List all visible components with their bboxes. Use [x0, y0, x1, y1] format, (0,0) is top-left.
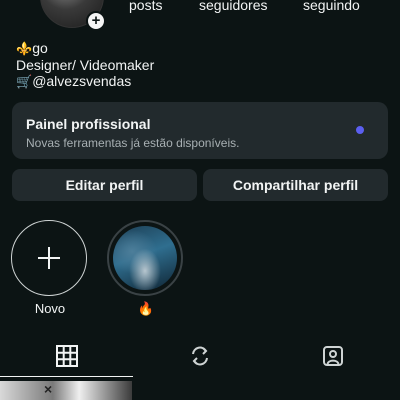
highlight-story[interactable]: 🔥 — [107, 220, 185, 317]
followers-stat-label[interactable]: seguidores — [199, 0, 268, 13]
new-highlight-circle[interactable] — [11, 220, 87, 296]
profile-bio: ⚜️go Designer/ Videomaker 🛒@alvezsvendas — [16, 40, 154, 90]
share-profile-button[interactable]: Compartilhar perfil — [203, 169, 388, 201]
posts-stat-label[interactable]: posts — [129, 0, 162, 13]
edit-profile-button[interactable]: Editar perfil — [12, 169, 197, 201]
profile-avatar[interactable]: + — [40, 0, 106, 31]
profile-name: ⚜️go — [16, 40, 154, 57]
story-thumbnail — [113, 226, 177, 290]
notification-dot-icon — [356, 126, 364, 134]
bio-line-occupation: Designer/ Videomaker — [16, 57, 155, 73]
fleur-de-lis-icon: ⚜️ — [16, 41, 33, 56]
active-tab-indicator — [0, 376, 133, 377]
post-thumbnail-overlay: × — [44, 381, 53, 397]
post-thumbnail[interactable]: × — [0, 381, 132, 400]
bio-line-shop[interactable]: 🛒@alvezsvendas — [16, 73, 154, 90]
tagged-icon — [322, 346, 343, 366]
tab-reposts[interactable] — [133, 336, 266, 376]
highlight-label: 🔥 — [137, 301, 155, 316]
tab-posts-grid[interactable] — [0, 336, 133, 376]
shopping-cart-icon: 🛒 — [16, 74, 33, 89]
highlight-new[interactable]: Novo — [11, 220, 89, 316]
add-story-icon[interactable]: + — [86, 11, 106, 31]
shop-handle-link[interactable]: @alvezsvendas — [32, 73, 131, 89]
panel-subtitle: Novas ferramentas já estão disponíveis. — [26, 136, 240, 150]
panel-title: Painel profissional — [26, 116, 151, 132]
professional-dashboard-card[interactable]: Painel profissional Novas ferramentas já… — [12, 102, 388, 159]
following-stat-label[interactable]: seguindo — [303, 0, 360, 13]
story-highlight-ring[interactable] — [107, 220, 183, 296]
profile-name-text: go — [32, 40, 48, 56]
tab-tagged[interactable] — [266, 336, 399, 376]
profile-tabs — [0, 336, 400, 377]
highlight-label: Novo — [34, 301, 66, 316]
plus-icon — [38, 247, 60, 269]
reels-icon — [191, 346, 208, 366]
grid-icon — [55, 345, 78, 367]
